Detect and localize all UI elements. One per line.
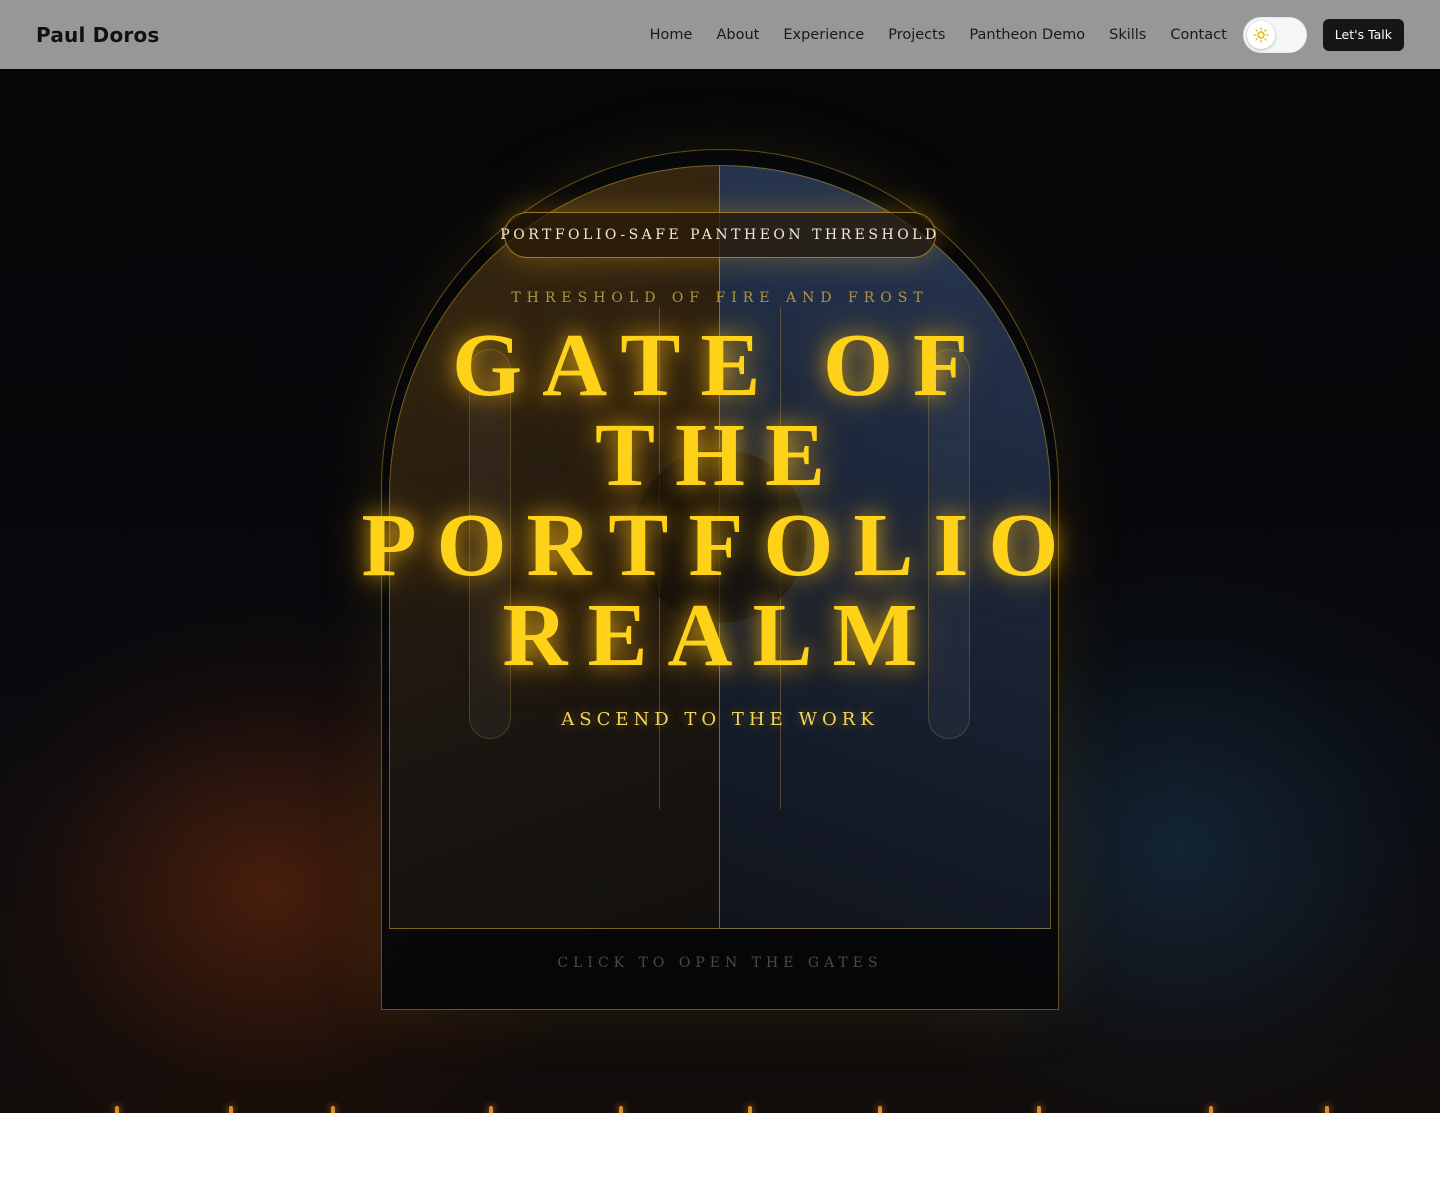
hero-title-line: THE [594,406,846,505]
candle-flame [1037,1106,1041,1113]
candle-row [0,1103,1440,1113]
nav-experience[interactable]: Experience [783,27,864,43]
threshold-badge: PORTFOLIO-SAFE PANTHEON THRESHOLD [500,212,936,258]
open-gates-hint[interactable]: CLICK TO OPEN THE GATES [0,955,1440,971]
hero-subtitle: ASCEND TO THE WORK [561,709,879,730]
nav-skills[interactable]: Skills [1109,27,1146,43]
sun-icon [1253,26,1269,43]
candle-flame [878,1106,882,1113]
nav-home[interactable]: Home [650,27,693,43]
hero-title-line: PORTFOLIO [361,496,1079,595]
site-header: Paul Doros Home About Experience Project… [0,0,1440,69]
candle-flame [1209,1106,1213,1113]
candle-flame [331,1106,335,1113]
site-brand[interactable]: Paul Doros [36,23,160,47]
candle-flame [619,1106,623,1113]
hero-title-line: REALM [502,586,938,685]
main-nav: Home About Experience Projects Pantheon … [626,16,1404,53]
toggle-knob [1246,20,1275,49]
candle-flame [115,1106,119,1113]
nav-projects[interactable]: Projects [888,27,945,43]
hero-title: GATE OF THE PORTFOLIO REALM [0,321,1440,681]
nav-pantheon-demo[interactable]: Pantheon Demo [969,27,1085,43]
nav-contact[interactable]: Contact [1170,27,1226,43]
hero-tagline: THRESHOLD OF FIRE AND FROST [511,290,929,306]
candle-flame [489,1106,493,1113]
candle-flame [1325,1106,1329,1113]
theme-toggle[interactable] [1242,16,1307,53]
hero-title-line: GATE OF [452,316,988,415]
lets-talk-button[interactable]: Let's Talk [1322,18,1404,51]
candle-flame [748,1106,752,1113]
candle-flame [229,1106,233,1113]
hero-section: PORTFOLIO-SAFE PANTHEON THRESHOLD THRESH… [0,69,1440,1113]
nav-about[interactable]: About [716,27,759,43]
